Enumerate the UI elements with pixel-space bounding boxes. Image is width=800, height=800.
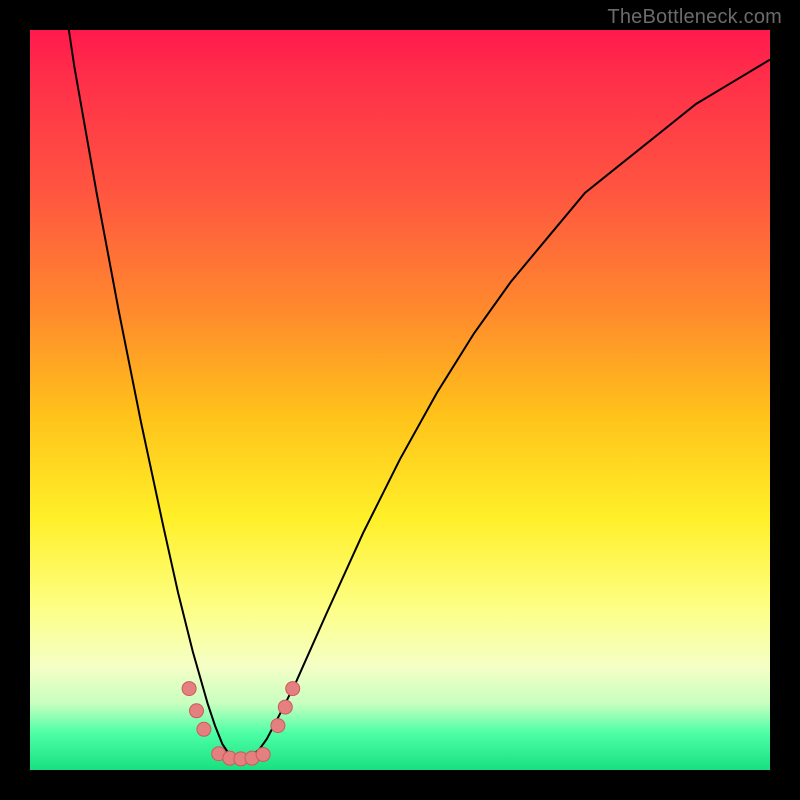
bottleneck-curve: [30, 30, 770, 759]
curve-marker: [256, 747, 270, 761]
curve-marker: [190, 704, 204, 718]
curve-marker: [278, 700, 292, 714]
chart-frame: TheBottleneck.com: [0, 0, 800, 800]
chart-svg: [30, 30, 770, 770]
plot-area: [30, 30, 770, 770]
watermark-text: TheBottleneck.com: [607, 6, 782, 29]
curve-marker: [197, 722, 211, 736]
curve-marker: [286, 682, 300, 696]
curve-marker: [271, 719, 285, 733]
curve-marker: [182, 682, 196, 696]
